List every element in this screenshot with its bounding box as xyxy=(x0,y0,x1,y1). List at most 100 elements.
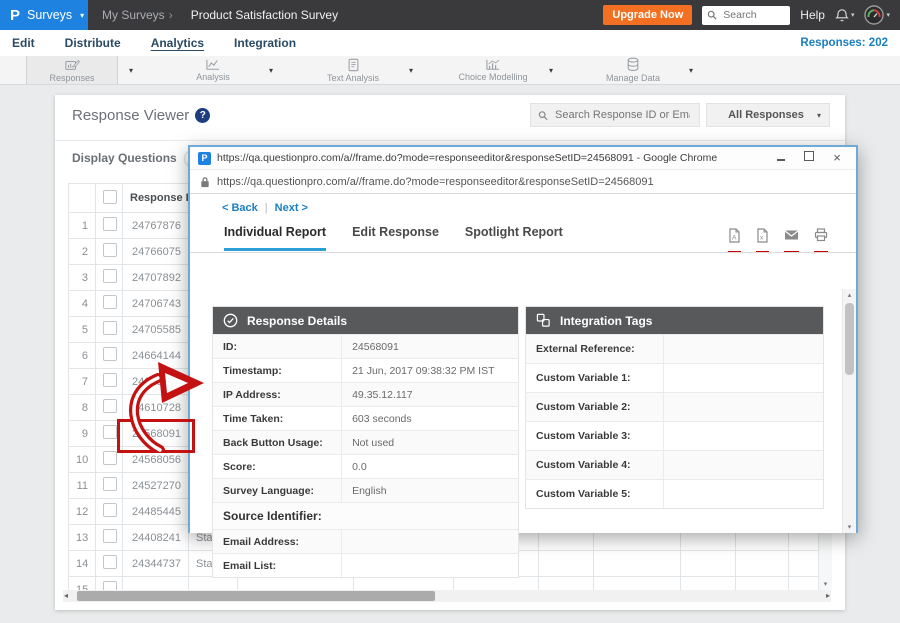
email-button[interactable] xyxy=(784,228,799,253)
toolbar-button-manage-data[interactable]: Manage Data xyxy=(588,56,678,84)
row-checkbox-cell xyxy=(96,239,123,265)
response-search-input[interactable] xyxy=(553,108,692,122)
help-link[interactable]: Help xyxy=(800,8,825,22)
popup-scroll-thumb[interactable] xyxy=(845,303,854,375)
scroll-up-icon[interactable]: ▴ xyxy=(843,291,856,299)
row-checkbox[interactable] xyxy=(103,451,117,465)
select-all-checkbox[interactable] xyxy=(103,190,117,204)
report-tabs: Individual Report Edit Response Spotlight … xyxy=(224,225,563,251)
response-id-header[interactable]: Response ID ▲ xyxy=(123,184,189,213)
next-link[interactable]: Next > xyxy=(275,202,308,214)
row-checkbox[interactable] xyxy=(103,529,117,543)
notifications-menu[interactable]: ▾ xyxy=(835,8,855,23)
tab-individual-report[interactable]: Individual Report xyxy=(224,225,326,251)
close-button[interactable]: × xyxy=(826,148,848,168)
maximize-button[interactable] xyxy=(798,148,820,168)
integration-tags-title: Integration Tags xyxy=(560,314,652,328)
row-checkbox[interactable] xyxy=(103,295,117,309)
row-checkbox[interactable] xyxy=(103,503,117,517)
row-number: 11 xyxy=(69,473,96,499)
detail-label: External Reference: xyxy=(526,343,663,355)
response-id-link[interactable]: 24527270 xyxy=(123,473,189,499)
row-checkbox[interactable] xyxy=(103,243,117,257)
row-checkbox[interactable] xyxy=(103,217,117,231)
row-checkbox[interactable] xyxy=(103,581,117,590)
account-menu[interactable]: ▾ xyxy=(864,5,890,25)
detail-row: Custom Variable 2: xyxy=(526,392,823,421)
menu-item-distribute[interactable]: Distribute xyxy=(65,36,121,50)
detail-row: Custom Variable 4: xyxy=(526,450,823,479)
detail-value: 603 seconds xyxy=(341,407,518,430)
tab-spotlight-report[interactable]: Spotlight Report xyxy=(465,225,563,251)
browser-url-bar[interactable]: https://qa.questionpro.com/a//frame.do?m… xyxy=(190,170,856,194)
row-checkbox[interactable] xyxy=(103,347,117,361)
scroll-right-icon[interactable]: ▸ xyxy=(826,591,830,600)
menu-item-edit[interactable]: Edit xyxy=(12,36,35,50)
pdf-export-button[interactable]: A xyxy=(728,228,741,253)
response-id-link[interactable]: 24705585 xyxy=(123,317,189,343)
scroll-left-icon[interactable]: ◂ xyxy=(64,591,68,600)
excel-export-button[interactable]: x xyxy=(756,228,769,253)
row-checkbox[interactable] xyxy=(103,399,117,413)
detail-label: Custom Variable 3: xyxy=(526,430,663,442)
upgrade-now-button[interactable]: Upgrade Now xyxy=(603,5,692,25)
breadcrumb-current-survey: Product Satisfaction Survey xyxy=(191,8,338,22)
toolbar-button-responses[interactable]: Responses xyxy=(26,56,118,84)
response-details-title: Response Details xyxy=(247,314,347,328)
popup-vertical-scrollbar[interactable]: ▴ ▾ xyxy=(842,289,856,533)
minimize-button[interactable] xyxy=(770,148,792,168)
toolbar-dropdown-text-analysis[interactable]: ▾ xyxy=(398,56,424,84)
response-editor-window: P https://qa.questionpro.com/a//frame.do… xyxy=(188,145,858,533)
toolbar-button-text-analysis[interactable]: Text Analysis xyxy=(308,56,398,84)
row-checkbox[interactable] xyxy=(103,269,117,283)
back-link[interactable]: < Back xyxy=(222,202,258,214)
response-id-link[interactable]: 24706743 xyxy=(123,291,189,317)
breadcrumb-my-surveys[interactable]: My Surveys xyxy=(102,8,165,22)
detail-value: 24568091 xyxy=(341,335,518,358)
detail-value xyxy=(663,422,823,450)
menu-item-integration[interactable]: Integration xyxy=(234,36,296,50)
help-icon[interactable]: ? xyxy=(195,108,210,123)
response-id-link[interactable]: 24766075 xyxy=(123,239,189,265)
row-checkbox[interactable] xyxy=(103,555,117,569)
row-checkbox[interactable] xyxy=(103,477,117,491)
toolbar-dropdown-manage-data[interactable]: ▾ xyxy=(678,56,704,84)
chevron-down-icon: ▾ xyxy=(409,66,413,75)
row-checkbox[interactable] xyxy=(103,425,117,439)
print-button[interactable] xyxy=(814,228,828,253)
global-search-box[interactable] xyxy=(702,6,790,25)
row-number: 7 xyxy=(69,369,96,395)
page-title: Response Viewer ? xyxy=(72,107,210,124)
toolbar-label: Manage Data xyxy=(606,73,660,83)
response-filter-dropdown[interactable]: All Responses ▾ xyxy=(706,103,830,127)
toolbar-button-choice-modelling[interactable]: Choice Modelling xyxy=(448,56,538,84)
horizontal-scroll-thumb[interactable] xyxy=(77,591,435,601)
toolbar-dropdown-choice-modelling[interactable]: ▾ xyxy=(538,56,564,84)
manage-data-icon xyxy=(626,57,640,72)
scroll-down-icon[interactable]: ▾ xyxy=(843,523,856,531)
table-horizontal-scrollbar[interactable]: ◂ ▸ xyxy=(63,590,831,602)
toolbar-dropdown-analysis[interactable]: ▾ xyxy=(258,56,284,84)
tab-edit-response[interactable]: Edit Response xyxy=(352,225,439,251)
response-id-link[interactable]: 24485445 xyxy=(123,499,189,525)
response-id-link[interactable]: 24344737 xyxy=(123,551,189,577)
toolbar-dropdown-responses[interactable]: ▾ xyxy=(118,56,144,84)
chevron-down-icon: ▾ xyxy=(689,66,693,75)
window-title-bar[interactable]: P https://qa.questionpro.com/a//frame.do… xyxy=(190,147,856,170)
response-id-link[interactable] xyxy=(123,577,189,591)
chevron-down-icon: ▾ xyxy=(851,11,855,19)
toolbar-button-analysis[interactable]: Analysis xyxy=(168,56,258,84)
response-id-link[interactable]: 24408241 xyxy=(123,525,189,551)
response-id-link[interactable]: 24707892 xyxy=(123,265,189,291)
detail-row: Email List: xyxy=(213,553,518,577)
response-id-link[interactable]: 24767876 xyxy=(123,213,189,239)
global-search-input[interactable] xyxy=(721,8,785,22)
detail-row: Custom Variable 1: xyxy=(526,363,823,392)
row-checkbox[interactable] xyxy=(103,373,117,387)
row-number: 8 xyxy=(69,395,96,421)
surveys-menu[interactable]: P Surveys ▾ xyxy=(0,0,88,30)
menu-item-analytics[interactable]: Analytics xyxy=(151,36,204,50)
row-checkbox[interactable] xyxy=(103,321,117,335)
response-search-box[interactable] xyxy=(530,103,700,127)
scroll-down-icon[interactable]: ▾ xyxy=(819,580,832,588)
